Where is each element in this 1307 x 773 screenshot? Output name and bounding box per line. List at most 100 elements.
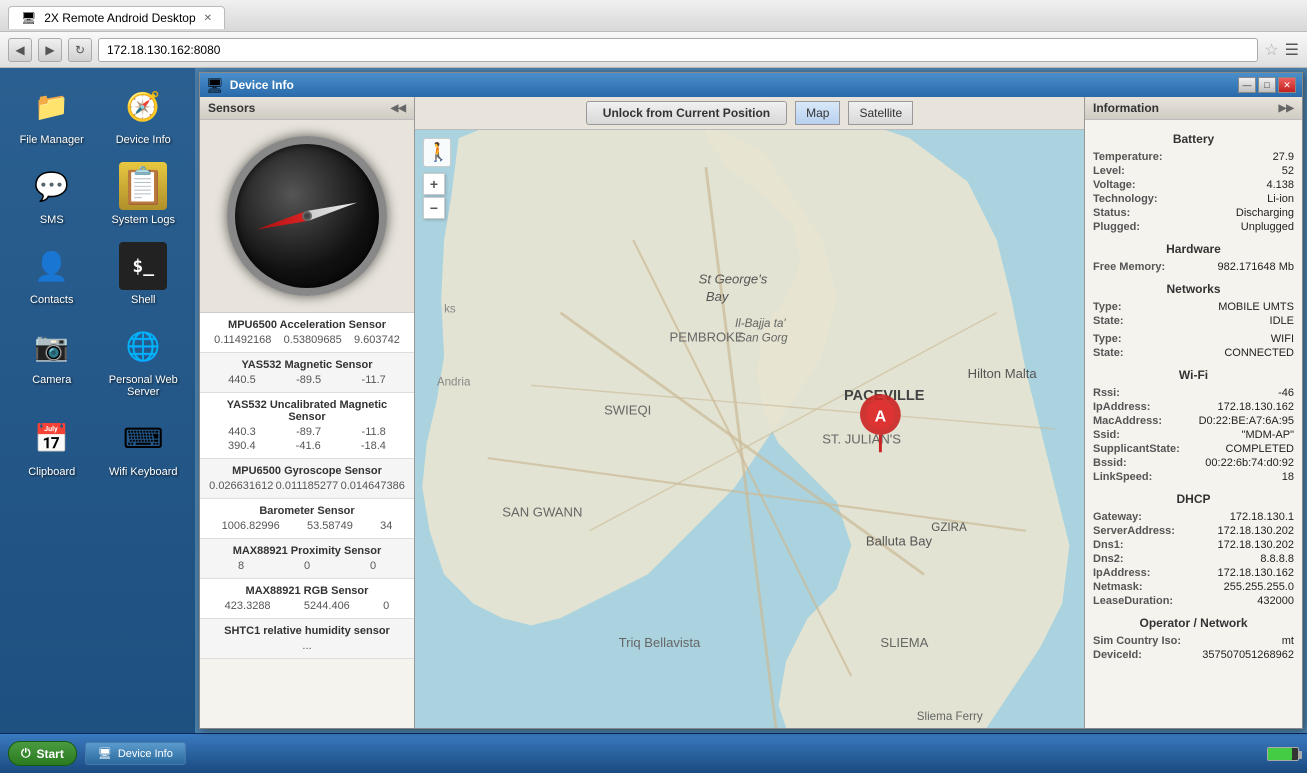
sensor-acceleration-values: 0.11492168 0.53809685 9.603742 xyxy=(208,334,406,346)
taskbar-device-info-item[interactable]: 🖥 Device Info xyxy=(85,742,186,765)
window-body: Sensors ◀◀ xyxy=(200,97,1302,728)
satellite-view-btn[interactable]: Satellite xyxy=(848,101,913,125)
wifi-bssid-value: 00:22:6b:74:d0:92 xyxy=(1205,457,1294,469)
icon-file-manager[interactable]: 📁 File Manager xyxy=(8,76,96,152)
battery-status-row: Status: Discharging xyxy=(1089,206,1298,220)
battery-level-value: 52 xyxy=(1282,165,1294,177)
sensor-barometer-name: Barometer Sensor xyxy=(208,505,406,517)
sensor-uncalibrated-magnetic-name: YAS532 Uncalibrated Magnetic Sensor xyxy=(208,399,406,423)
map-area: Unlock from Current Position Map Satelli… xyxy=(415,97,1084,728)
taskbar-item-label: Device Info xyxy=(118,748,173,760)
svg-text:GZIRA: GZIRA xyxy=(931,521,967,534)
svg-text:Sliema Ferry: Sliema Ferry xyxy=(917,710,983,723)
sensors-list[interactable]: MPU6500 Acceleration Sensor 0.11492168 0… xyxy=(200,313,414,728)
dhcp-server-value: 172.18.130.202 xyxy=(1218,525,1294,537)
battery-plugged-label: Plugged: xyxy=(1093,221,1140,233)
minimize-btn[interactable]: — xyxy=(1238,77,1256,93)
icon-contacts[interactable]: 👤 Contacts xyxy=(8,236,96,312)
zoom-out-btn[interactable]: − xyxy=(423,197,445,219)
info-expand-btn[interactable]: ▶▶ xyxy=(1279,103,1294,114)
unlock-position-btn[interactable]: Unlock from Current Position xyxy=(586,101,787,125)
tab-title: 2X Remote Android Desktop xyxy=(44,11,195,25)
system-logs-icon: 📋 xyxy=(119,162,167,210)
address-bar[interactable] xyxy=(98,38,1258,62)
start-button[interactable]: ⏻ Start xyxy=(8,741,77,766)
icon-label-camera: Camera xyxy=(32,374,71,386)
icon-shell[interactable]: $_ Shell xyxy=(100,236,188,312)
icon-wifi-keyboard[interactable]: ⌨ Wifi Keyboard xyxy=(100,408,188,484)
battery-plugged-value: Unplugged xyxy=(1241,221,1294,233)
sensors-collapse-btn[interactable]: ◀◀ xyxy=(391,103,406,114)
zoom-in-btn[interactable]: + xyxy=(423,173,445,195)
hardware-memory-value: 982.171648 Mb xyxy=(1218,261,1294,273)
battery-technology-value: Li-ion xyxy=(1267,193,1294,205)
sms-icon: 💬 xyxy=(28,162,76,210)
compass-container xyxy=(200,120,414,313)
svg-text:SAN GWANN: SAN GWANN xyxy=(502,504,582,519)
sensor-magnetic: YAS532 Magnetic Sensor 440.5 -89.5 -11.7 xyxy=(200,353,414,393)
icon-sms[interactable]: 💬 SMS xyxy=(8,156,96,232)
dhcp-lease-label: LeaseDuration: xyxy=(1093,595,1173,607)
dhcp-dns1-value: 172.18.130.202 xyxy=(1218,539,1294,551)
network-type1-value: MOBILE UMTS xyxy=(1218,301,1294,313)
sensor-gyroscope-values: 0.026631612 0.011185277 0.014647386 xyxy=(208,480,406,492)
tab-close-btn[interactable]: ✕ xyxy=(204,13,212,24)
svg-text:SLIEMA: SLIEMA xyxy=(880,635,928,650)
bookmark-icon[interactable]: ☆ xyxy=(1264,40,1278,60)
dhcp-dns2-label: Dns2: xyxy=(1093,553,1124,565)
maximize-btn[interactable]: □ xyxy=(1258,77,1276,93)
operator-sim-label: Sim Country Iso: xyxy=(1093,635,1181,647)
compass xyxy=(227,136,387,296)
map-container[interactable]: PEMBROKE SAN GWANN ST. JULIAN'S SLIEMA T… xyxy=(415,130,1084,728)
icon-camera[interactable]: 📷 Camera xyxy=(8,316,96,404)
wifi-rssi-value: -46 xyxy=(1278,387,1294,399)
icon-personal-web[interactable]: 🌐 Personal Web Server xyxy=(100,316,188,404)
battery-voltage-label: Voltage: xyxy=(1093,179,1136,191)
operator-device-row: DeviceId: 357507051268962 xyxy=(1089,648,1298,662)
camera-icon: 📷 xyxy=(28,322,76,370)
sensor-rgb-name: MAX88921 RGB Sensor xyxy=(208,585,406,597)
icon-system-logs[interactable]: 📋 System Logs xyxy=(100,156,188,232)
wifi-mac-value: D0:22:BE:A7:6A:95 xyxy=(1199,415,1294,427)
start-power-icon: ⏻ xyxy=(21,746,31,761)
battery-technology-label: Technology: xyxy=(1093,193,1158,205)
back-btn[interactable]: ◀ xyxy=(8,38,32,62)
network-state2-row: State: CONNECTED xyxy=(1089,346,1298,360)
window-title-text: Device Info xyxy=(230,78,1232,92)
start-label: Start xyxy=(37,747,64,761)
dhcp-server-label: ServerAddress: xyxy=(1093,525,1175,537)
network-type2-value: WIFI xyxy=(1271,333,1294,345)
icon-clipboard[interactable]: 📅 Clipboard xyxy=(8,408,96,484)
networks-section-title: Networks xyxy=(1089,282,1298,296)
forward-btn[interactable]: ▶ xyxy=(38,38,62,62)
personal-web-icon: 🌐 xyxy=(119,322,167,370)
wifi-supplicant-row: SupplicantState: COMPLETED xyxy=(1089,442,1298,456)
info-scroll[interactable]: Battery Temperature: 27.9 Level: 52 Volt… xyxy=(1085,120,1302,728)
sensor-proximity-values: 8 0 0 xyxy=(208,560,406,572)
close-btn[interactable]: ✕ xyxy=(1278,77,1296,93)
network-type2-label: Type: xyxy=(1093,333,1122,345)
refresh-btn[interactable]: ↻ xyxy=(68,38,92,62)
wifi-linkspeed-row: LinkSpeed: 18 xyxy=(1089,470,1298,484)
icon-device-info[interactable]: 🧭 Device Info xyxy=(100,76,188,152)
dhcp-ip-value: 172.18.130.162 xyxy=(1218,567,1294,579)
operator-sim-value: mt xyxy=(1282,635,1294,647)
wifi-linkspeed-value: 18 xyxy=(1282,471,1294,483)
device-info-window: 🖥 Device Info — □ ✕ Sensors ◀◀ xyxy=(199,72,1303,729)
window-controls: — □ ✕ xyxy=(1238,77,1296,93)
taskbar-item-icon: 🖥 xyxy=(98,747,112,760)
dhcp-server-row: ServerAddress: 172.18.130.202 xyxy=(1089,524,1298,538)
network-type2-row: Type: WIFI xyxy=(1089,332,1298,346)
hardware-memory-row: Free Memory: 982.171648 Mb xyxy=(1089,260,1298,274)
sensors-panel: Sensors ◀◀ xyxy=(200,97,415,728)
map-view-btn[interactable]: Map xyxy=(795,101,840,125)
file-manager-icon: 📁 xyxy=(28,82,76,130)
wifi-mac-label: MacAddress: xyxy=(1093,415,1162,427)
device-info-icon: 🧭 xyxy=(119,82,167,130)
wifi-supplicant-value: COMPLETED xyxy=(1226,443,1294,455)
wifi-supplicant-label: SupplicantState: xyxy=(1093,443,1180,455)
battery-voltage-value: 4.138 xyxy=(1266,179,1294,191)
menu-icon[interactable]: ☰ xyxy=(1285,40,1299,60)
sensor-proximity: MAX88921 Proximity Sensor 8 0 0 xyxy=(200,539,414,579)
browser-tab[interactable]: 🖥 2X Remote Android Desktop ✕ xyxy=(8,6,225,29)
